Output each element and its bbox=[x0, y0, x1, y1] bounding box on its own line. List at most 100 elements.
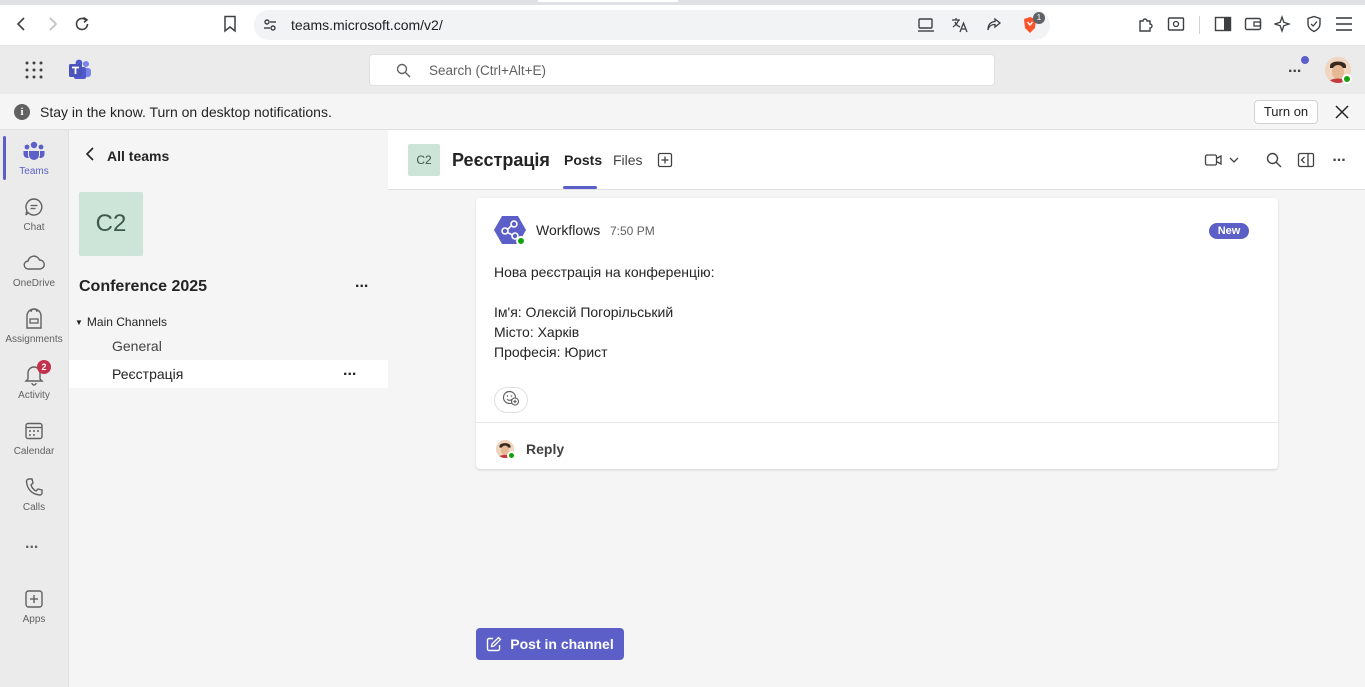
turn-on-button[interactable]: Turn on bbox=[1254, 100, 1318, 124]
banner-text: Stay in the know. Turn on desktop notifi… bbox=[40, 104, 332, 120]
app-launcher-icon[interactable] bbox=[24, 60, 44, 85]
emoji-add-icon bbox=[502, 390, 520, 411]
onedrive-icon bbox=[22, 251, 46, 275]
message-line: Ім'я: Олексій Погорільський bbox=[494, 304, 674, 320]
rail-more-button[interactable]: ... bbox=[25, 535, 38, 553]
back-icon[interactable] bbox=[12, 14, 32, 34]
phone-icon bbox=[22, 475, 46, 499]
active-tab-indicator bbox=[563, 186, 597, 189]
toolbar-separator bbox=[1199, 16, 1200, 34]
channel-item-general[interactable]: General bbox=[69, 332, 389, 360]
meet-video-button[interactable] bbox=[1202, 150, 1242, 170]
channel-item-registration[interactable]: Реєстрація ... bbox=[69, 360, 389, 388]
rail-item-apps[interactable]: Apps bbox=[0, 578, 68, 634]
rail-label: Calendar bbox=[13, 446, 55, 457]
extensions-icon[interactable] bbox=[1136, 14, 1156, 34]
browser-tab-strip bbox=[0, 0, 1365, 5]
channel-header: C2 Реєстрація Posts Files ... bbox=[388, 130, 1365, 190]
caret-down-icon: ▼ bbox=[75, 318, 83, 327]
presence-available-icon bbox=[1342, 74, 1352, 84]
vpn-shield-icon[interactable] bbox=[1304, 14, 1324, 34]
message-timestamp: 7:50 PM bbox=[610, 224, 655, 238]
reload-icon[interactable] bbox=[72, 14, 92, 34]
compose-icon bbox=[486, 636, 502, 652]
message-line: Професія: Юрист bbox=[494, 344, 608, 360]
cast-icon[interactable] bbox=[916, 15, 936, 35]
search-channel-icon[interactable] bbox=[1264, 150, 1284, 170]
browser-toolbar: teams.microsoft.com/v2/ 1 bbox=[0, 0, 1365, 46]
rail-item-assignments[interactable]: Assignments bbox=[0, 298, 68, 354]
team-avatar: C2 bbox=[79, 192, 143, 256]
search-input[interactable]: Search (Ctrl+Alt+E) bbox=[369, 54, 995, 86]
rail-label: Chat bbox=[23, 222, 45, 233]
channel-info-panel-icon[interactable] bbox=[1296, 150, 1316, 170]
rail-item-calendar[interactable]: Calendar bbox=[0, 410, 68, 466]
address-bar[interactable]: teams.microsoft.com/v2/ bbox=[254, 10, 1050, 40]
all-teams-back-button[interactable]: All teams bbox=[85, 146, 169, 166]
add-tab-icon[interactable] bbox=[655, 150, 675, 170]
reply-button[interactable]: Reply bbox=[526, 441, 564, 457]
notification-banner: i Stay in the know. Turn on desktop noti… bbox=[0, 94, 1365, 130]
app-rail: Teams Chat OneDrive Assignments Activity… bbox=[0, 130, 68, 687]
activity-badge: 2 bbox=[37, 360, 51, 374]
rail-label: Teams bbox=[19, 166, 49, 177]
browser-active-tab-hint bbox=[538, 0, 678, 2]
new-badge: New bbox=[1209, 223, 1249, 239]
screenshot-icon[interactable] bbox=[1166, 14, 1186, 34]
channel-avatar: C2 bbox=[408, 144, 440, 176]
message-author[interactable]: Workflows bbox=[536, 222, 600, 238]
site-settings-icon[interactable] bbox=[260, 15, 280, 35]
search-icon bbox=[396, 63, 411, 83]
tab-files[interactable]: Files bbox=[613, 152, 643, 168]
channel-list-pane: All teams C2 Conference 2025 ... ▼ Main C… bbox=[68, 130, 389, 687]
presence-available-icon bbox=[516, 236, 526, 246]
share-icon[interactable] bbox=[984, 15, 1004, 35]
rail-item-activity[interactable]: Activity bbox=[0, 354, 68, 410]
all-teams-label: All teams bbox=[107, 148, 170, 164]
rail-item-teams[interactable]: Teams bbox=[0, 130, 68, 186]
rail-item-onedrive[interactable]: OneDrive bbox=[0, 242, 68, 298]
rail-item-calls[interactable]: Calls bbox=[0, 466, 68, 522]
url-text[interactable]: teams.microsoft.com/v2/ bbox=[291, 17, 443, 33]
message-line: Місто: Харків bbox=[494, 324, 580, 340]
rail-label: Calls bbox=[22, 502, 46, 513]
channel-label: General bbox=[112, 338, 162, 354]
wallet-icon[interactable] bbox=[1243, 14, 1263, 34]
chat-icon bbox=[22, 195, 46, 219]
leo-ai-icon[interactable] bbox=[1273, 14, 1293, 34]
channel-title: Реєстрація bbox=[452, 150, 550, 170]
brave-badge-count: 1 bbox=[1033, 12, 1045, 24]
rail-item-chat[interactable]: Chat bbox=[0, 186, 68, 242]
teams-top-bar: Search (Ctrl+Alt+E) ... bbox=[0, 46, 1365, 94]
tab-posts[interactable]: Posts bbox=[564, 152, 602, 168]
post-label: Post in channel bbox=[510, 636, 614, 652]
team-more-options-button[interactable]: ... bbox=[355, 274, 368, 292]
channel-section-header[interactable]: ▼ Main Channels bbox=[75, 315, 167, 329]
rail-label: Apps bbox=[22, 614, 46, 625]
workflows-avatar bbox=[494, 214, 526, 246]
add-reaction-button[interactable] bbox=[494, 387, 528, 413]
browser-menu-icon[interactable] bbox=[1334, 14, 1354, 34]
channel-main: C2 Реєстрація Posts Files ... Workflows … bbox=[388, 130, 1365, 687]
channel-more-options-button[interactable]: ... bbox=[343, 362, 356, 380]
close-icon[interactable] bbox=[1334, 104, 1350, 125]
chevron-left-icon bbox=[85, 146, 95, 166]
notification-dot bbox=[1301, 56, 1309, 64]
team-name: Conference 2025 bbox=[79, 278, 208, 295]
forward-icon[interactable] bbox=[42, 14, 62, 34]
rail-label: Assignments bbox=[5, 334, 63, 345]
settings-more-button[interactable]: ... bbox=[1288, 59, 1301, 77]
channel-label: Реєстрація bbox=[112, 366, 184, 382]
teams-icon bbox=[22, 139, 46, 163]
channel-more-button[interactable]: ... bbox=[1329, 147, 1349, 167]
calendar-icon bbox=[22, 419, 46, 443]
add-apps-icon bbox=[22, 587, 46, 611]
posts-feed: Workflows 7:50 PM New Нова реєстрація на… bbox=[388, 190, 1365, 687]
bookmark-icon[interactable] bbox=[220, 14, 240, 34]
presence-available-icon bbox=[507, 451, 516, 460]
teams-logo-icon bbox=[68, 59, 92, 86]
sidebar-toggle-icon[interactable] bbox=[1213, 14, 1233, 34]
info-icon: i bbox=[14, 104, 30, 120]
post-in-channel-button[interactable]: Post in channel bbox=[476, 628, 624, 660]
translate-icon[interactable] bbox=[950, 15, 970, 35]
